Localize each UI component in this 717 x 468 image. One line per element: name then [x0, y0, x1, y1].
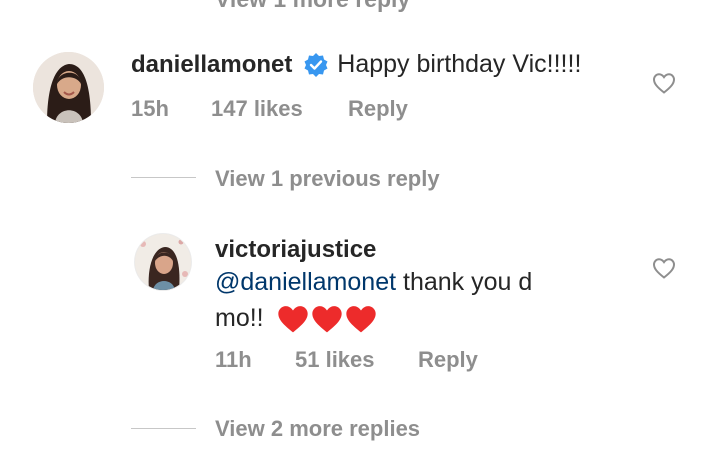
comment-time: 11h [215, 347, 252, 372]
red-heart-emoji-icon [277, 306, 308, 333]
comment-username[interactable]: daniellamonet [131, 51, 292, 78]
verified-badge-icon [303, 52, 329, 83]
like-heart-icon[interactable] [652, 257, 676, 284]
like-heart-icon[interactable] [652, 72, 676, 99]
divider-line [131, 428, 196, 429]
view-more-replies-link[interactable]: View 2 more replies [215, 416, 420, 442]
view-more-replies-link-top[interactable]: View 1 more reply [215, 0, 410, 13]
comment-username[interactable]: victoriajustice [215, 236, 376, 264]
comment-likes[interactable]: 51 likes [295, 347, 375, 373]
avatar-daniellamonet[interactable] [33, 52, 104, 123]
avatar-victoriajustice[interactable] [135, 234, 191, 290]
reply-button[interactable]: Reply [418, 347, 478, 373]
view-previous-reply-link[interactable]: View 1 previous reply [215, 166, 440, 192]
heart-emojis [277, 304, 377, 334]
comment-time: 15h [131, 96, 169, 121]
avatar-image [33, 52, 104, 123]
divider-line [131, 177, 196, 178]
red-heart-emoji-icon [311, 306, 342, 333]
comment-text-line1: thank you d [396, 268, 533, 296]
comment-text: Happy birthday Vic!!!!! [337, 50, 582, 78]
red-heart-emoji-icon [345, 306, 376, 333]
avatar-image [135, 234, 191, 290]
reply-button[interactable]: Reply [348, 96, 408, 122]
comment-text-line2: mo!! [215, 304, 264, 332]
mention-link[interactable]: @daniellamonet [215, 268, 396, 296]
comment-likes[interactable]: 147 likes [211, 96, 303, 122]
